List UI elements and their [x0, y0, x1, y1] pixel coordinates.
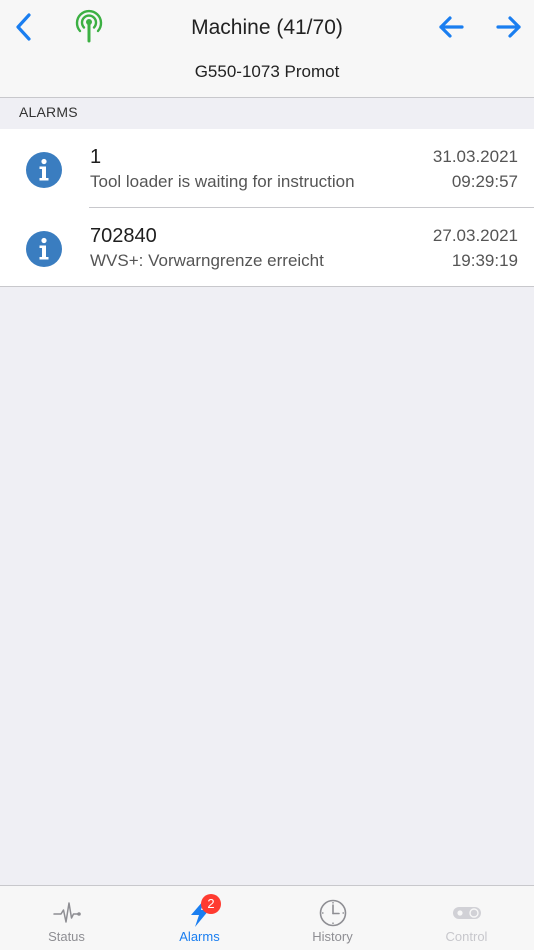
- tab-label: Control: [445, 929, 488, 944]
- alarm-code: 702840: [90, 225, 157, 247]
- alarm-message: Tool loader is waiting for instruction: [90, 172, 355, 191]
- alarm-code: 1: [90, 146, 102, 168]
- tab-status[interactable]: Status: [0, 886, 133, 950]
- antenna-signal-icon: [75, 9, 103, 43]
- alarm-time: 19:39:19: [451, 251, 518, 270]
- alarm-list: 1 Tool loader is waiting for instruction…: [0, 129, 534, 287]
- clock-icon: [319, 899, 346, 927]
- alarm-item[interactable]: 1 Tool loader is waiting for instruction…: [0, 129, 534, 208]
- chevron-left-icon: [16, 13, 31, 41]
- toggle-icon: [452, 907, 481, 919]
- alarm-item[interactable]: 702840 WVS+: Vorwarngrenze erreicht 27.0…: [0, 208, 534, 287]
- tab-history[interactable]: History: [266, 886, 399, 950]
- alarm-time: 09:29:57: [451, 172, 518, 191]
- tab-control[interactable]: Control: [400, 886, 533, 950]
- pulse-icon: [52, 902, 81, 923]
- tab-label: Status: [48, 929, 85, 944]
- next-machine-button[interactable]: [490, 10, 528, 44]
- app-screen: Machine (41/70) G550-1073 Promot ALARMS …: [0, 0, 534, 950]
- nav-header: Machine (41/70) G550-1073 Promot: [0, 0, 534, 98]
- arrow-left-icon: [439, 16, 464, 38]
- info-icon: [26, 231, 62, 267]
- back-button[interactable]: [6, 8, 42, 46]
- alarm-count-badge: 2: [201, 894, 221, 914]
- page-title: Machine (41/70): [191, 16, 343, 39]
- tab-alarms[interactable]: 2 Alarms: [133, 886, 266, 950]
- info-icon: [26, 152, 62, 188]
- machine-name: G550-1073 Promot: [194, 62, 340, 81]
- alarm-date: 31.03.2021: [432, 147, 518, 166]
- alarm-message: WVS+: Vorwarngrenze erreicht: [90, 251, 324, 270]
- alarms-section-header: ALARMS: [0, 98, 534, 129]
- arrow-right-icon: [496, 16, 521, 38]
- tab-label: History: [312, 929, 353, 944]
- tab-bar: Status 2 Alarms History Control: [0, 885, 534, 950]
- alarm-date: 27.03.2021: [432, 226, 518, 245]
- tab-label: Alarms: [179, 929, 220, 944]
- connection-status: [70, 6, 108, 46]
- previous-machine-button[interactable]: [432, 10, 470, 44]
